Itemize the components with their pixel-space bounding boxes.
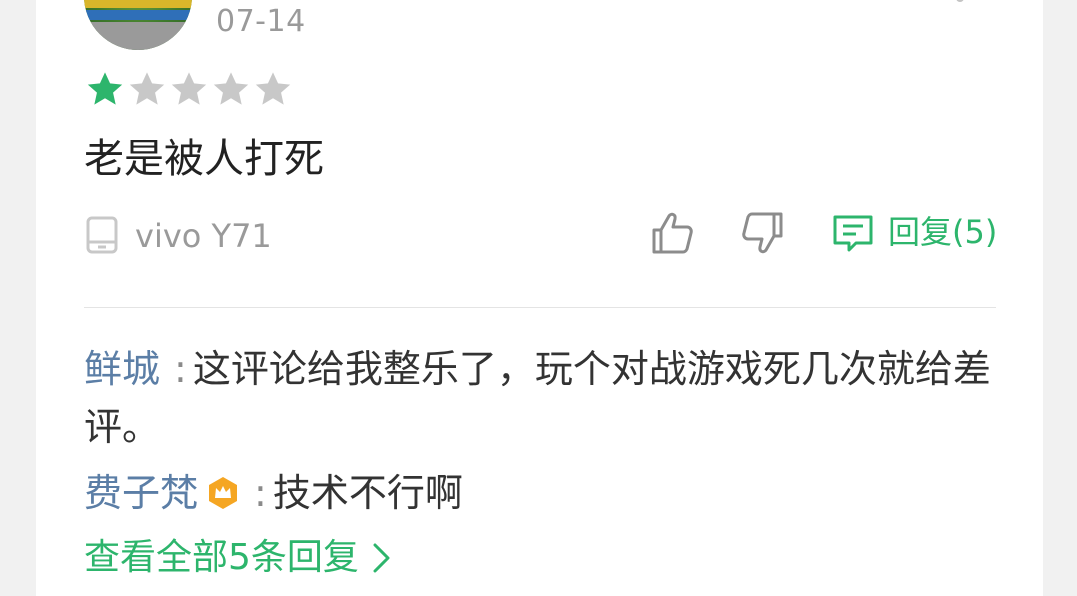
star-icon — [213, 72, 249, 105]
comment-icon[interactable] — [832, 213, 874, 253]
thumbs-down-icon[interactable] — [741, 210, 785, 256]
phone-icon — [86, 216, 118, 254]
reply-button[interactable]: 回复(5) — [888, 210, 997, 254]
review-text: 老是被人打死 — [84, 136, 324, 182]
review-date: 07-14 — [216, 4, 306, 39]
reply-text: 技术不行啊 — [272, 471, 463, 515]
crown-badge-icon — [209, 477, 238, 509]
star-icon — [171, 72, 207, 105]
star-rating — [84, 68, 294, 110]
user-avatar[interactable] — [84, 0, 192, 50]
reply-item[interactable]: 鲜城: 这评论给我整乐了，玩个对战游戏死几次就给差评。 — [84, 340, 994, 456]
star-icon — [255, 72, 291, 105]
thumbs-up-icon[interactable] — [650, 210, 694, 256]
divider — [84, 307, 996, 308]
reply-author[interactable]: 鲜城 — [84, 347, 160, 391]
reply-separator: : — [254, 471, 267, 515]
reply-separator: : — [174, 347, 187, 391]
chevron-right-icon[interactable] — [370, 540, 394, 576]
device-name: vivo Y71 — [135, 217, 272, 255]
more-options-icon[interactable] — [950, 0, 970, 6]
view-all-replies-link[interactable]: 查看全部5条回复 — [84, 532, 359, 584]
reply-item[interactable]: 费子梵 : 技术不行啊 — [84, 464, 994, 522]
star-icon — [129, 72, 165, 105]
star-icon — [87, 72, 123, 105]
reply-text: 这评论给我整乐了，玩个对战游戏死几次就给差评。 — [84, 347, 991, 449]
reply-author[interactable]: 费子梵 — [84, 471, 198, 515]
